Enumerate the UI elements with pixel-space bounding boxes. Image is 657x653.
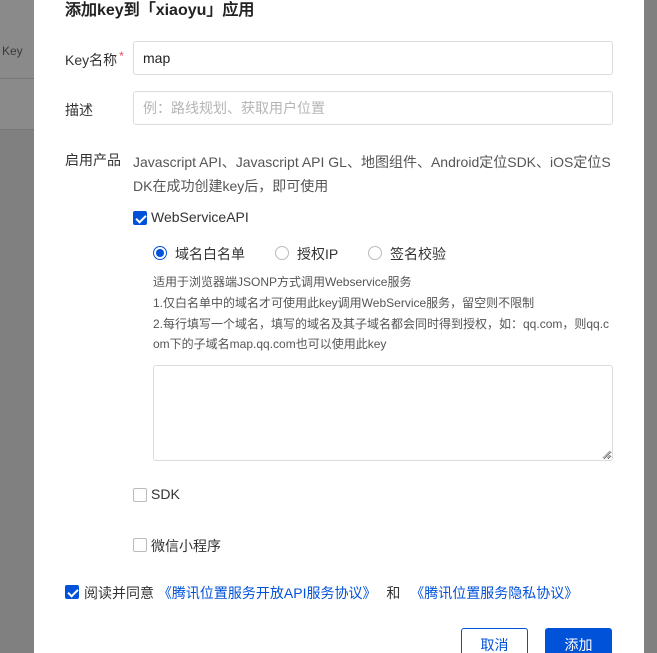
description-input[interactable] [133,91,613,125]
sdk-checkbox[interactable] [133,488,147,502]
radio-authorized-ip[interactable] [275,246,289,260]
privacy-agreement-link[interactable]: 《腾讯位置服务隐私协议》 [410,585,578,601]
background-page: Key [0,0,34,653]
key-name-input[interactable] [133,41,613,75]
agreement-and: 和 [386,585,401,601]
webservice-checkbox[interactable] [133,211,147,225]
radio-domain-whitelist-label[interactable]: 域名白名单 [175,244,245,264]
sdk-label[interactable]: SDK [151,486,180,502]
description-label: 描述 [65,102,93,118]
radio-domain-whitelist[interactable] [153,246,167,260]
background-key-label: Key [2,44,23,58]
add-button[interactable]: 添加 [545,628,612,653]
help-text-2: 1.仅白名单中的域名才可使用此key调用WebService服务，留空则不限制 [153,296,535,310]
background-right [644,0,657,653]
help-text-3: 2.每行填写一个域名，填写的域名及其子域名都会同时得到授权，如：qq.com，则… [153,317,610,351]
products-label: 启用产品 [65,152,121,168]
domain-whitelist-textarea[interactable] [153,365,613,461]
background-divider [0,78,34,79]
webservice-label[interactable]: WebServiceAPI [151,209,249,225]
products-description: Javascript API、Javascript API GL、地图组件、An… [133,154,611,194]
help-text-1: 适用于浏览器端JSONP方式调用Webservice服务 [153,275,412,289]
resize-grip-icon[interactable] [602,450,611,459]
dialog-title: 添加key到「xiaoyu」应用 [65,2,255,19]
radio-signature[interactable] [368,246,382,260]
radio-authorized-ip-label[interactable]: 授权IP [297,244,338,264]
agreement-text: 阅读并同意 《腾讯位置服务开放API服务协议》 和 《腾讯位置服务隐私协议》 [84,583,578,603]
agreement-checkbox[interactable] [65,585,79,599]
background-header: Key [0,0,34,130]
add-key-dialog: 添加key到「xiaoyu」应用 Key名称* 描述 启用产品 Javascri… [34,0,644,653]
cancel-button[interactable]: 取消 [461,628,528,653]
radio-signature-label[interactable]: 签名校验 [390,244,446,264]
mini-program-checkbox[interactable] [133,538,147,552]
key-name-label: Key名称 * [65,49,124,68]
required-mark: * [119,49,124,63]
api-service-agreement-link[interactable]: 《腾讯位置服务开放API服务协议》 [158,585,377,601]
mini-program-label[interactable]: 微信小程序 [151,536,221,556]
agreement-prefix: 阅读并同意 [84,585,154,601]
